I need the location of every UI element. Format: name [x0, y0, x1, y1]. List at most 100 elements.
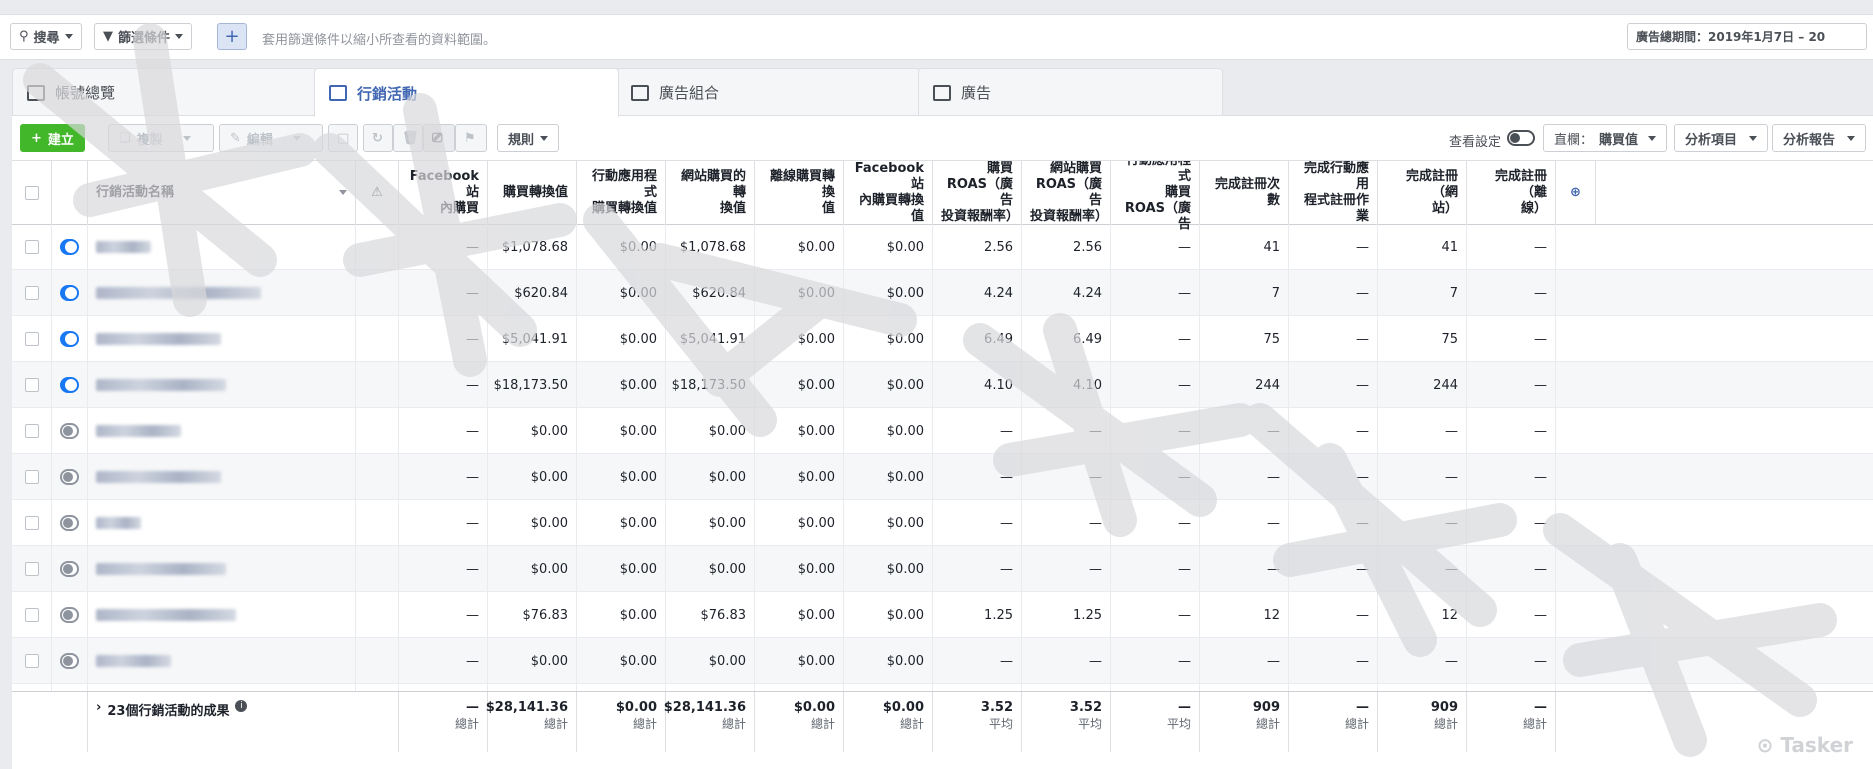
table-row[interactable]: — $0.00 $0.00 $0.00 $0.00 $0.00— — — — — — —: [12, 454, 1873, 500]
col-header-9[interactable]: 行動應用程式 購買 ROAS（廣告: [1111, 161, 1200, 232]
row-checkbox[interactable]: [24, 654, 39, 668]
columns-dropdown[interactable]: 直欄： 購買值: [1543, 124, 1668, 152]
rules-dropdown[interactable]: 規則: [497, 124, 560, 152]
sort-icon[interactable]: [339, 190, 347, 195]
duplicate-button[interactable]: ❏ 複製: [108, 124, 214, 152]
summary-cell[interactable]: › 23個行銷活動的成果 i: [88, 692, 399, 752]
campaign-status-toggle[interactable]: [60, 331, 79, 347]
campaign-name-cell[interactable]: [88, 270, 356, 316]
row-checkbox[interactable]: [24, 240, 39, 254]
summary-label: 23個行銷活動的成果: [107, 704, 230, 719]
tab-ad-sets[interactable]: 廣告組合: [616, 68, 921, 116]
row-checkbox[interactable]: [24, 516, 39, 530]
metric-cell: $0.00: [844, 454, 933, 500]
campaign-name-cell[interactable]: [88, 224, 356, 270]
col-header-8[interactable]: 網站購買 ROAS（廣告 投資報酬率）: [1022, 161, 1111, 224]
campaign-status-toggle[interactable]: [60, 653, 79, 669]
metric-cell: —: [1467, 638, 1556, 684]
metric-cell: $1,078.68: [488, 224, 577, 270]
add-filter-button[interactable]: +: [217, 23, 247, 50]
delete-button[interactable]: 🗑: [393, 124, 423, 152]
info-icon[interactable]: i: [235, 700, 248, 712]
row-checkbox[interactable]: [24, 286, 39, 300]
create-button[interactable]: + 建立: [20, 124, 85, 152]
campaign-name-cell[interactable]: [88, 408, 356, 454]
view-setting-toggle[interactable]: [1507, 130, 1535, 146]
row-checkbox[interactable]: [24, 608, 39, 622]
table-row[interactable]: — $620.84 $0.00 $620.84 $0.00 $0.00 4.24 4.24—7…: [12, 270, 1873, 316]
tab-campaigns[interactable]: 行銷活動: [314, 68, 619, 117]
expand-chevron-icon[interactable]: ›: [96, 700, 101, 715]
row-checkbox[interactable]: [24, 562, 39, 576]
breakdown-dropdown[interactable]: 分析項目: [1674, 124, 1769, 152]
table-row[interactable]: — $0.00 $0.00 $0.00 $0.00 $0.00— — — — — — —: [12, 500, 1873, 546]
col-header-1[interactable]: Facebook 站內購買: [399, 161, 488, 224]
campaign-status-toggle[interactable]: [60, 377, 79, 393]
col-header-7[interactable]: 購買 ROAS（廣告 投資報酬率）: [933, 161, 1022, 224]
table-row[interactable]: — $18,173.50 $0.00 $18,173.50 $0.00 $0.00 4.10…: [12, 362, 1873, 408]
row-checkbox[interactable]: [24, 424, 39, 438]
date-range-picker[interactable]: 廣告總期間：2019年1月7日 – 20: [1627, 23, 1867, 50]
col-header-13[interactable]: 完成註冊（離 線）: [1467, 161, 1556, 224]
tab-account-overview[interactable]: 帳號總覽: [12, 68, 317, 116]
search-dropdown[interactable]: ⚲ 搜尋: [10, 23, 82, 50]
table-row[interactable]: — $0.00 $0.00 $0.00 $0.00 $0.00— — — — — — —: [12, 408, 1873, 454]
select-all-cell: [12, 161, 52, 224]
row-checkbox-cell: [12, 638, 52, 684]
table-row[interactable]: — $0.00 $0.00 $0.00 $0.00 $0.00— — — — — — —: [12, 546, 1873, 592]
warning-cell: [356, 362, 399, 408]
col-header-line: 網站購買的轉: [680, 168, 746, 200]
metric-cell: $0.00: [488, 500, 577, 546]
reports-dropdown[interactable]: 分析報告: [1772, 124, 1867, 152]
total-type-label: 總計: [899, 717, 924, 731]
tab-ads[interactable]: 廣告: [918, 68, 1223, 116]
table-row[interactable]: — $0.00 $0.00 $0.00 $0.00 $0.00— — — — — — —: [12, 638, 1873, 684]
campaign-name-cell[interactable]: [88, 500, 356, 546]
table-row[interactable]: — $76.83 $0.00 $76.83 $0.00 $0.00 1.25 1.25—12—…: [12, 592, 1873, 638]
select-all-checkbox[interactable]: [24, 185, 39, 200]
campaign-name-cell[interactable]: [88, 362, 356, 408]
refresh-icon: ↻: [372, 130, 383, 146]
campaign-name-cell[interactable]: [88, 454, 356, 500]
ad-icon: [933, 84, 951, 101]
metric-cell: —: [1022, 454, 1111, 500]
metric-cell: $18,173.50: [488, 362, 577, 408]
col-header-6[interactable]: Facebook 站內購買轉換值: [844, 161, 933, 224]
refresh-button[interactable]: ↻: [363, 124, 393, 152]
campaign-status-toggle[interactable]: [60, 607, 79, 623]
clipboard-button[interactable]: □: [328, 124, 358, 152]
status-toggle-cell: [52, 546, 88, 592]
row-checkbox[interactable]: [24, 470, 39, 484]
edit-button[interactable]: ✎ 編輯: [219, 124, 323, 152]
metric-cell: —: [399, 408, 488, 454]
row-checkbox[interactable]: [24, 378, 39, 392]
col-header-5[interactable]: 離線購買轉換值: [755, 161, 844, 224]
name-col-header[interactable]: 行銷活動名稱: [88, 161, 356, 224]
campaign-status-toggle[interactable]: [60, 469, 79, 485]
filter-dropdown[interactable]: ▼ 篩選條件: [94, 23, 193, 50]
campaign-name-cell[interactable]: [88, 546, 356, 592]
preview-button[interactable]: ⎚: [423, 124, 455, 152]
add-column-icon[interactable]: ⊕: [1556, 161, 1596, 224]
campaign-status-toggle[interactable]: [60, 239, 79, 255]
col-header-12[interactable]: 完成註冊（網 站）: [1378, 161, 1467, 224]
campaign-name-cell[interactable]: [88, 316, 356, 362]
row-checkbox-cell: [12, 270, 52, 316]
table-row[interactable]: — $1,078.68 $0.00 $1,078.68 $0.00 $0.00 2.56 2.…: [12, 224, 1873, 270]
col-header-2[interactable]: 購買轉換值: [488, 161, 577, 224]
table-row[interactable]: — $5,041.91 $0.00 $5,041.91 $0.00 $0.00 6.49 6.…: [12, 316, 1873, 362]
col-header-4[interactable]: 網站購買的轉 換值: [666, 161, 755, 224]
campaign-status-toggle[interactable]: [60, 423, 79, 439]
row-checkbox[interactable]: [24, 332, 39, 346]
footer-total-cell: $28,141.36 總計: [664, 692, 755, 752]
col-header-3[interactable]: 行動應用程式 購買轉換值: [577, 161, 666, 224]
metric-cell: —: [1200, 500, 1289, 546]
tag-button[interactable]: ⚑: [455, 124, 487, 152]
campaign-status-toggle[interactable]: [60, 561, 79, 577]
campaign-status-toggle[interactable]: [60, 285, 79, 301]
col-header-11[interactable]: 完成行動應用 程式註冊作業: [1289, 161, 1378, 224]
campaign-status-toggle[interactable]: [60, 515, 79, 531]
col-header-10[interactable]: 完成註冊次數: [1200, 161, 1289, 224]
campaign-name-cell[interactable]: [88, 592, 356, 638]
campaign-name-cell[interactable]: [88, 638, 356, 684]
